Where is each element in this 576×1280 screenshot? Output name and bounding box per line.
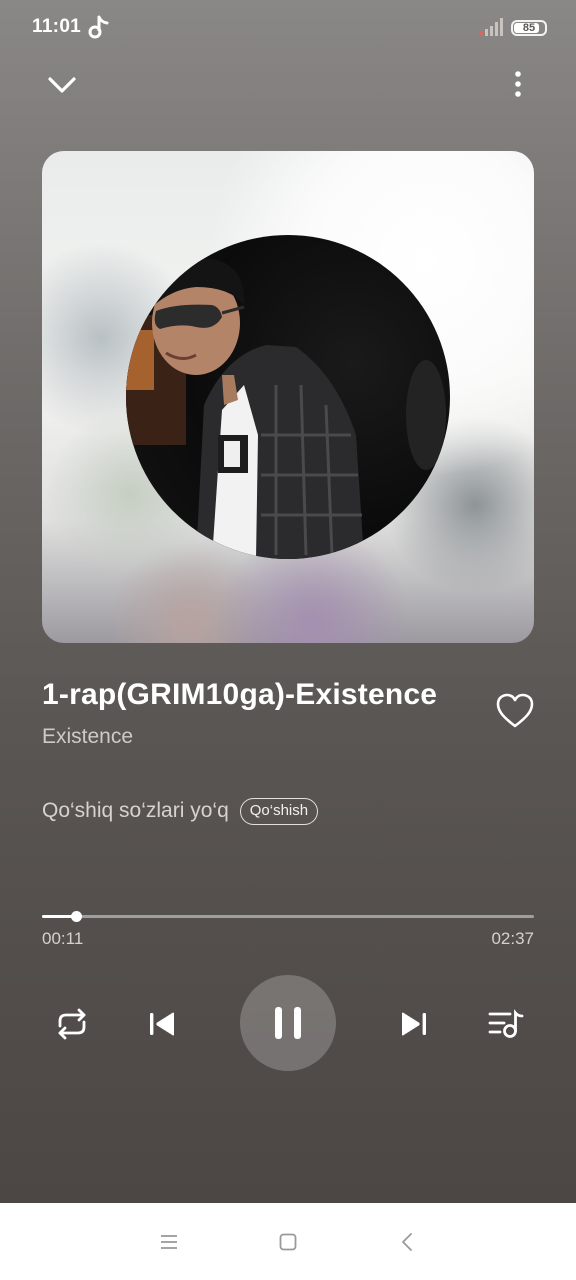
- chevron-down-icon: [48, 77, 76, 93]
- menu-icon: [161, 1235, 177, 1249]
- album-artwork: [42, 151, 534, 643]
- previous-button[interactable]: [142, 1004, 182, 1044]
- skip-next-icon: [402, 1012, 426, 1036]
- artist-photo: [126, 235, 450, 559]
- home-button[interactable]: [273, 1227, 303, 1257]
- heart-outline-icon: [496, 693, 534, 728]
- add-lyrics-button[interactable]: Qo‘shish: [239, 797, 319, 825]
- progress-thumb[interactable]: [71, 911, 83, 922]
- pause-button[interactable]: [240, 975, 336, 1071]
- collapse-button[interactable]: [44, 70, 80, 102]
- like-button[interactable]: [495, 692, 535, 730]
- player-screen: 11:01 85 1-rap(GRIM10ga)-Existence Exist…: [0, 0, 576, 1203]
- status-bar: 11:01 85: [0, 0, 576, 56]
- lyrics-status: Qo‘shiq so‘zlari yo‘q: [42, 799, 229, 822]
- status-time: 11:01: [32, 16, 82, 37]
- recent-apps-button[interactable]: [154, 1227, 184, 1257]
- artist-photo-image: [126, 258, 446, 559]
- square-icon: [279, 1233, 297, 1251]
- system-nav-bar: [0, 1203, 576, 1280]
- current-time: 00:11: [42, 929, 84, 948]
- queue-button[interactable]: [484, 1004, 528, 1044]
- song-title: 1-rap(GRIM10ga)-Existence: [42, 678, 438, 711]
- more-options-button[interactable]: [506, 68, 530, 102]
- playlist-music-icon: [488, 1009, 524, 1038]
- music-note-icon: [88, 15, 109, 39]
- artist-name[interactable]: Existence: [42, 725, 133, 749]
- skip-previous-icon: [150, 1012, 174, 1036]
- repeat-button[interactable]: [50, 1004, 94, 1044]
- lyrics-row: Qo‘shiq so‘zlari yo‘q Qo‘shish: [42, 796, 319, 826]
- back-chevron-icon: [402, 1233, 412, 1251]
- battery-icon: 85: [511, 20, 547, 36]
- battery-text: 85: [522, 22, 536, 34]
- repeat-icon: [58, 1008, 86, 1040]
- pause-icon: [275, 1007, 301, 1039]
- next-button[interactable]: [394, 1004, 434, 1044]
- more-vertical-icon: [515, 71, 521, 97]
- back-button[interactable]: [393, 1227, 423, 1257]
- progress-bar[interactable]: [42, 911, 534, 922]
- total-time: 02:37: [491, 929, 534, 948]
- signal-icon: [480, 18, 503, 36]
